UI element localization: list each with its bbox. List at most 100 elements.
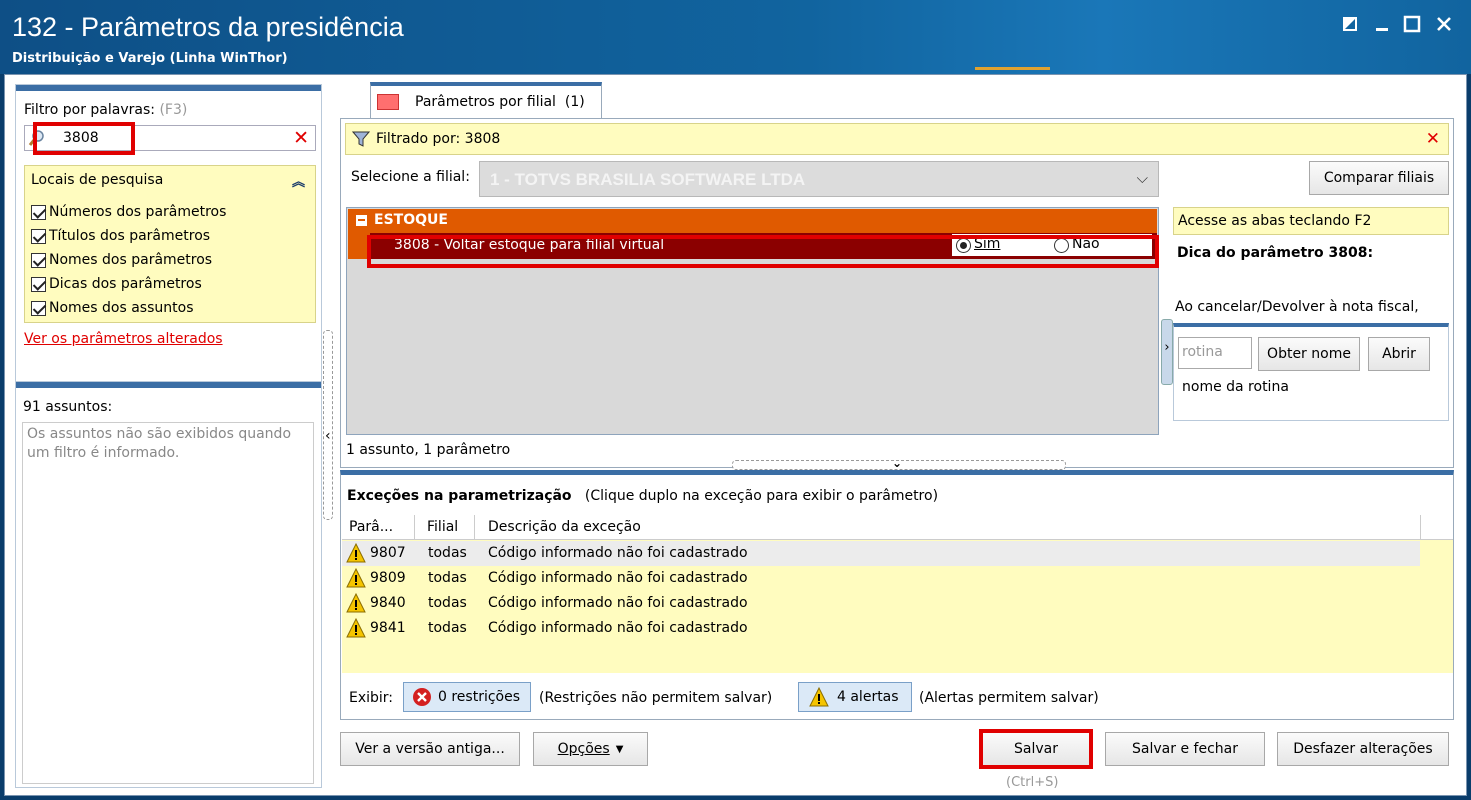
window-subtitle: Distribuição e Varejo (Linha WinThor) bbox=[12, 51, 288, 66]
checkbox-icon[interactable] bbox=[31, 300, 46, 316]
table-row[interactable]: 9840 todas Código informado não foi cada… bbox=[342, 591, 1420, 616]
row-param: 9809 bbox=[370, 570, 406, 586]
collapse-group-icon[interactable] bbox=[356, 215, 367, 226]
folder-icon bbox=[377, 94, 399, 110]
checkbox-param-titles[interactable]: Títulos dos parâmetros bbox=[31, 225, 210, 247]
undo-changes-button[interactable]: Desfazer alterações bbox=[1277, 732, 1449, 766]
funnel-icon bbox=[352, 131, 370, 147]
col-param[interactable]: Parâ... bbox=[349, 519, 393, 535]
exceptions-title-text: Exceções na parametrização bbox=[347, 488, 572, 504]
main-panel: Parâmetros por filial (1) Filtrado por: … bbox=[340, 82, 1454, 790]
restrictions-button[interactable]: 0 restrições bbox=[403, 682, 531, 712]
row-description: Código informado não foi cadastrado bbox=[488, 620, 748, 636]
tip-panel: Acesse as abas teclando F2 Dica do parâm… bbox=[1173, 207, 1449, 455]
count-text: 1 assunto, 1 parâmetro bbox=[346, 442, 511, 458]
warning-icon bbox=[346, 593, 366, 613]
changed-params-link[interactable]: Ver os parâmetros alterados bbox=[24, 331, 223, 347]
tab-content: Filtrado por: 3808 ✕ Selecione a filial:… bbox=[340, 118, 1454, 468]
tip-body: Ao cancelar/Devolver à nota fiscal, bbox=[1175, 299, 1419, 315]
filter-label: Filtro por palavras: (F3) bbox=[24, 102, 187, 118]
routine-name-label: nome da rotina bbox=[1182, 379, 1289, 395]
checkbox-icon[interactable] bbox=[31, 204, 46, 220]
title-accent bbox=[975, 67, 1050, 70]
clear-search-icon[interactable]: ✕ bbox=[293, 127, 309, 149]
exceptions-table-header: Parâ... Filial Descrição da exceção bbox=[342, 515, 1453, 540]
subjects-list[interactable]: Os assuntos não são exibidos quando um f… bbox=[22, 422, 314, 784]
checkbox-param-names[interactable]: Nomes dos parâmetros bbox=[31, 249, 212, 271]
tab-count: (1) bbox=[564, 94, 585, 110]
row-branch: todas bbox=[428, 620, 467, 636]
title-bar: 132 - Parâmetros da presidência Distribu… bbox=[0, 0, 1471, 74]
row-description: Código informado não foi cadastrado bbox=[488, 595, 748, 611]
checkbox-icon[interactable] bbox=[31, 228, 46, 244]
subjects-panel: 91 assuntos: Os assuntos não são exibido… bbox=[16, 381, 321, 788]
options-button[interactable]: Opções ▼ bbox=[533, 732, 648, 766]
warning-icon bbox=[346, 568, 366, 588]
col-branch[interactable]: Filial bbox=[427, 519, 458, 535]
group-header-estoque[interactable]: ESTOQUE bbox=[348, 209, 1157, 233]
checkbox-label: Títulos dos parâmetros bbox=[49, 228, 211, 244]
tab-label-text: Parâmetros por filial bbox=[415, 94, 556, 110]
exceptions-subtitle: (Clique duplo na exceção para exibir o p… bbox=[584, 488, 939, 504]
left-panel: Filtro por palavras: (F3) 3808 ✕ Locais … bbox=[15, 84, 322, 788]
highlight-save bbox=[979, 729, 1093, 769]
access-tip: Acesse as abas teclando F2 bbox=[1173, 207, 1449, 235]
close-icon[interactable] bbox=[1430, 10, 1458, 38]
checkbox-label: Dicas dos parâmetros bbox=[49, 276, 202, 292]
clear-filter-icon[interactable]: ✕ bbox=[1426, 129, 1440, 149]
checkbox-icon[interactable] bbox=[31, 252, 46, 268]
group-title: ESTOQUE bbox=[374, 212, 448, 228]
routine-panel: rotina Obter nome Abrir nome da rotina bbox=[1173, 323, 1449, 421]
compare-branches-button[interactable]: Comparar filiais bbox=[1309, 161, 1449, 195]
collapse-chevron-icon[interactable]: ︽ bbox=[292, 171, 305, 190]
open-button[interactable]: Abrir bbox=[1368, 337, 1430, 371]
routine-input[interactable]: rotina bbox=[1178, 337, 1252, 369]
table-row[interactable]: 9841 todas Código informado não foi cada… bbox=[342, 616, 1420, 641]
maximize-icon[interactable] bbox=[1398, 10, 1426, 38]
exceptions-panel: Exceções na parametrização (Clique duplo… bbox=[340, 470, 1454, 720]
vertical-splitter[interactable] bbox=[323, 330, 333, 520]
chevron-down-icon[interactable]: ⌵ bbox=[1137, 169, 1148, 187]
search-locations-title[interactable]: Locais de pesquisa bbox=[31, 172, 163, 188]
dropdown-arrow-icon: ▼ bbox=[615, 743, 624, 755]
table-row[interactable]: 9809 todas Código informado não foi cada… bbox=[342, 566, 1420, 591]
checkbox-label: Nomes dos parâmetros bbox=[49, 252, 213, 268]
col-separator bbox=[1420, 515, 1421, 540]
checkbox-icon[interactable] bbox=[31, 276, 46, 292]
restore-icon[interactable] bbox=[1336, 10, 1364, 38]
subjects-count: 91 assuntos: bbox=[23, 399, 113, 415]
exceptions-table: Parâ... Filial Descrição da exceção 9807… bbox=[342, 515, 1453, 673]
filter-label-text: Filtro por palavras: bbox=[24, 102, 155, 118]
filter-banner: Filtrado por: 3808 ✕ bbox=[345, 123, 1449, 155]
checkbox-subject-names[interactable]: Nomes dos assuntos bbox=[31, 297, 194, 319]
col-separator bbox=[414, 515, 415, 540]
exceptions-title: Exceções na parametrização (Clique duplo… bbox=[347, 488, 938, 504]
error-icon bbox=[413, 688, 431, 706]
window-title: 132 - Parâmetros da presidência bbox=[12, 12, 404, 42]
restrictions-note: (Restrições não permitem salvar) bbox=[539, 690, 773, 706]
col-description[interactable]: Descrição da exceção bbox=[488, 519, 641, 535]
table-row[interactable]: 9807 todas Código informado não foi cada… bbox=[342, 541, 1420, 566]
tab-label: Parâmetros por filial (1) bbox=[415, 94, 585, 110]
expand-side-icon[interactable]: › bbox=[1161, 319, 1173, 385]
branch-select-label: Selecione a filial: bbox=[351, 169, 470, 185]
collapse-down-icon[interactable]: ⌄ bbox=[892, 456, 902, 470]
get-name-button[interactable]: Obter nome bbox=[1258, 337, 1360, 371]
branch-select[interactable]: 1 - TOTVS BRASILIA SOFTWARE LTDA ⌵ bbox=[479, 161, 1159, 197]
tab-params-by-branch[interactable]: Parâmetros por filial (1) bbox=[370, 82, 602, 119]
alerts-button[interactable]: 4 alertas bbox=[798, 682, 912, 712]
collapse-left-icon[interactable]: ‹ bbox=[325, 428, 331, 444]
checkbox-param-tips[interactable]: Dicas dos parâmetros bbox=[31, 273, 202, 295]
alerts-label: 4 alertas bbox=[837, 689, 899, 705]
row-description: Código informado não foi cadastrado bbox=[488, 545, 748, 561]
alerts-note: (Alertas permitem salvar) bbox=[919, 690, 1099, 706]
warning-icon bbox=[346, 618, 366, 638]
row-param: 9841 bbox=[370, 620, 406, 636]
subjects-panel-bar bbox=[16, 382, 321, 388]
minimize-icon[interactable] bbox=[1368, 10, 1396, 38]
tip-title: Dica do parâmetro 3808: bbox=[1177, 245, 1374, 261]
old-version-button[interactable]: Ver a versão antiga... bbox=[340, 732, 520, 766]
save-and-close-button[interactable]: Salvar e fechar bbox=[1105, 732, 1265, 766]
checkbox-param-numbers[interactable]: Números dos parâmetros bbox=[31, 201, 226, 223]
col-separator bbox=[474, 515, 475, 540]
